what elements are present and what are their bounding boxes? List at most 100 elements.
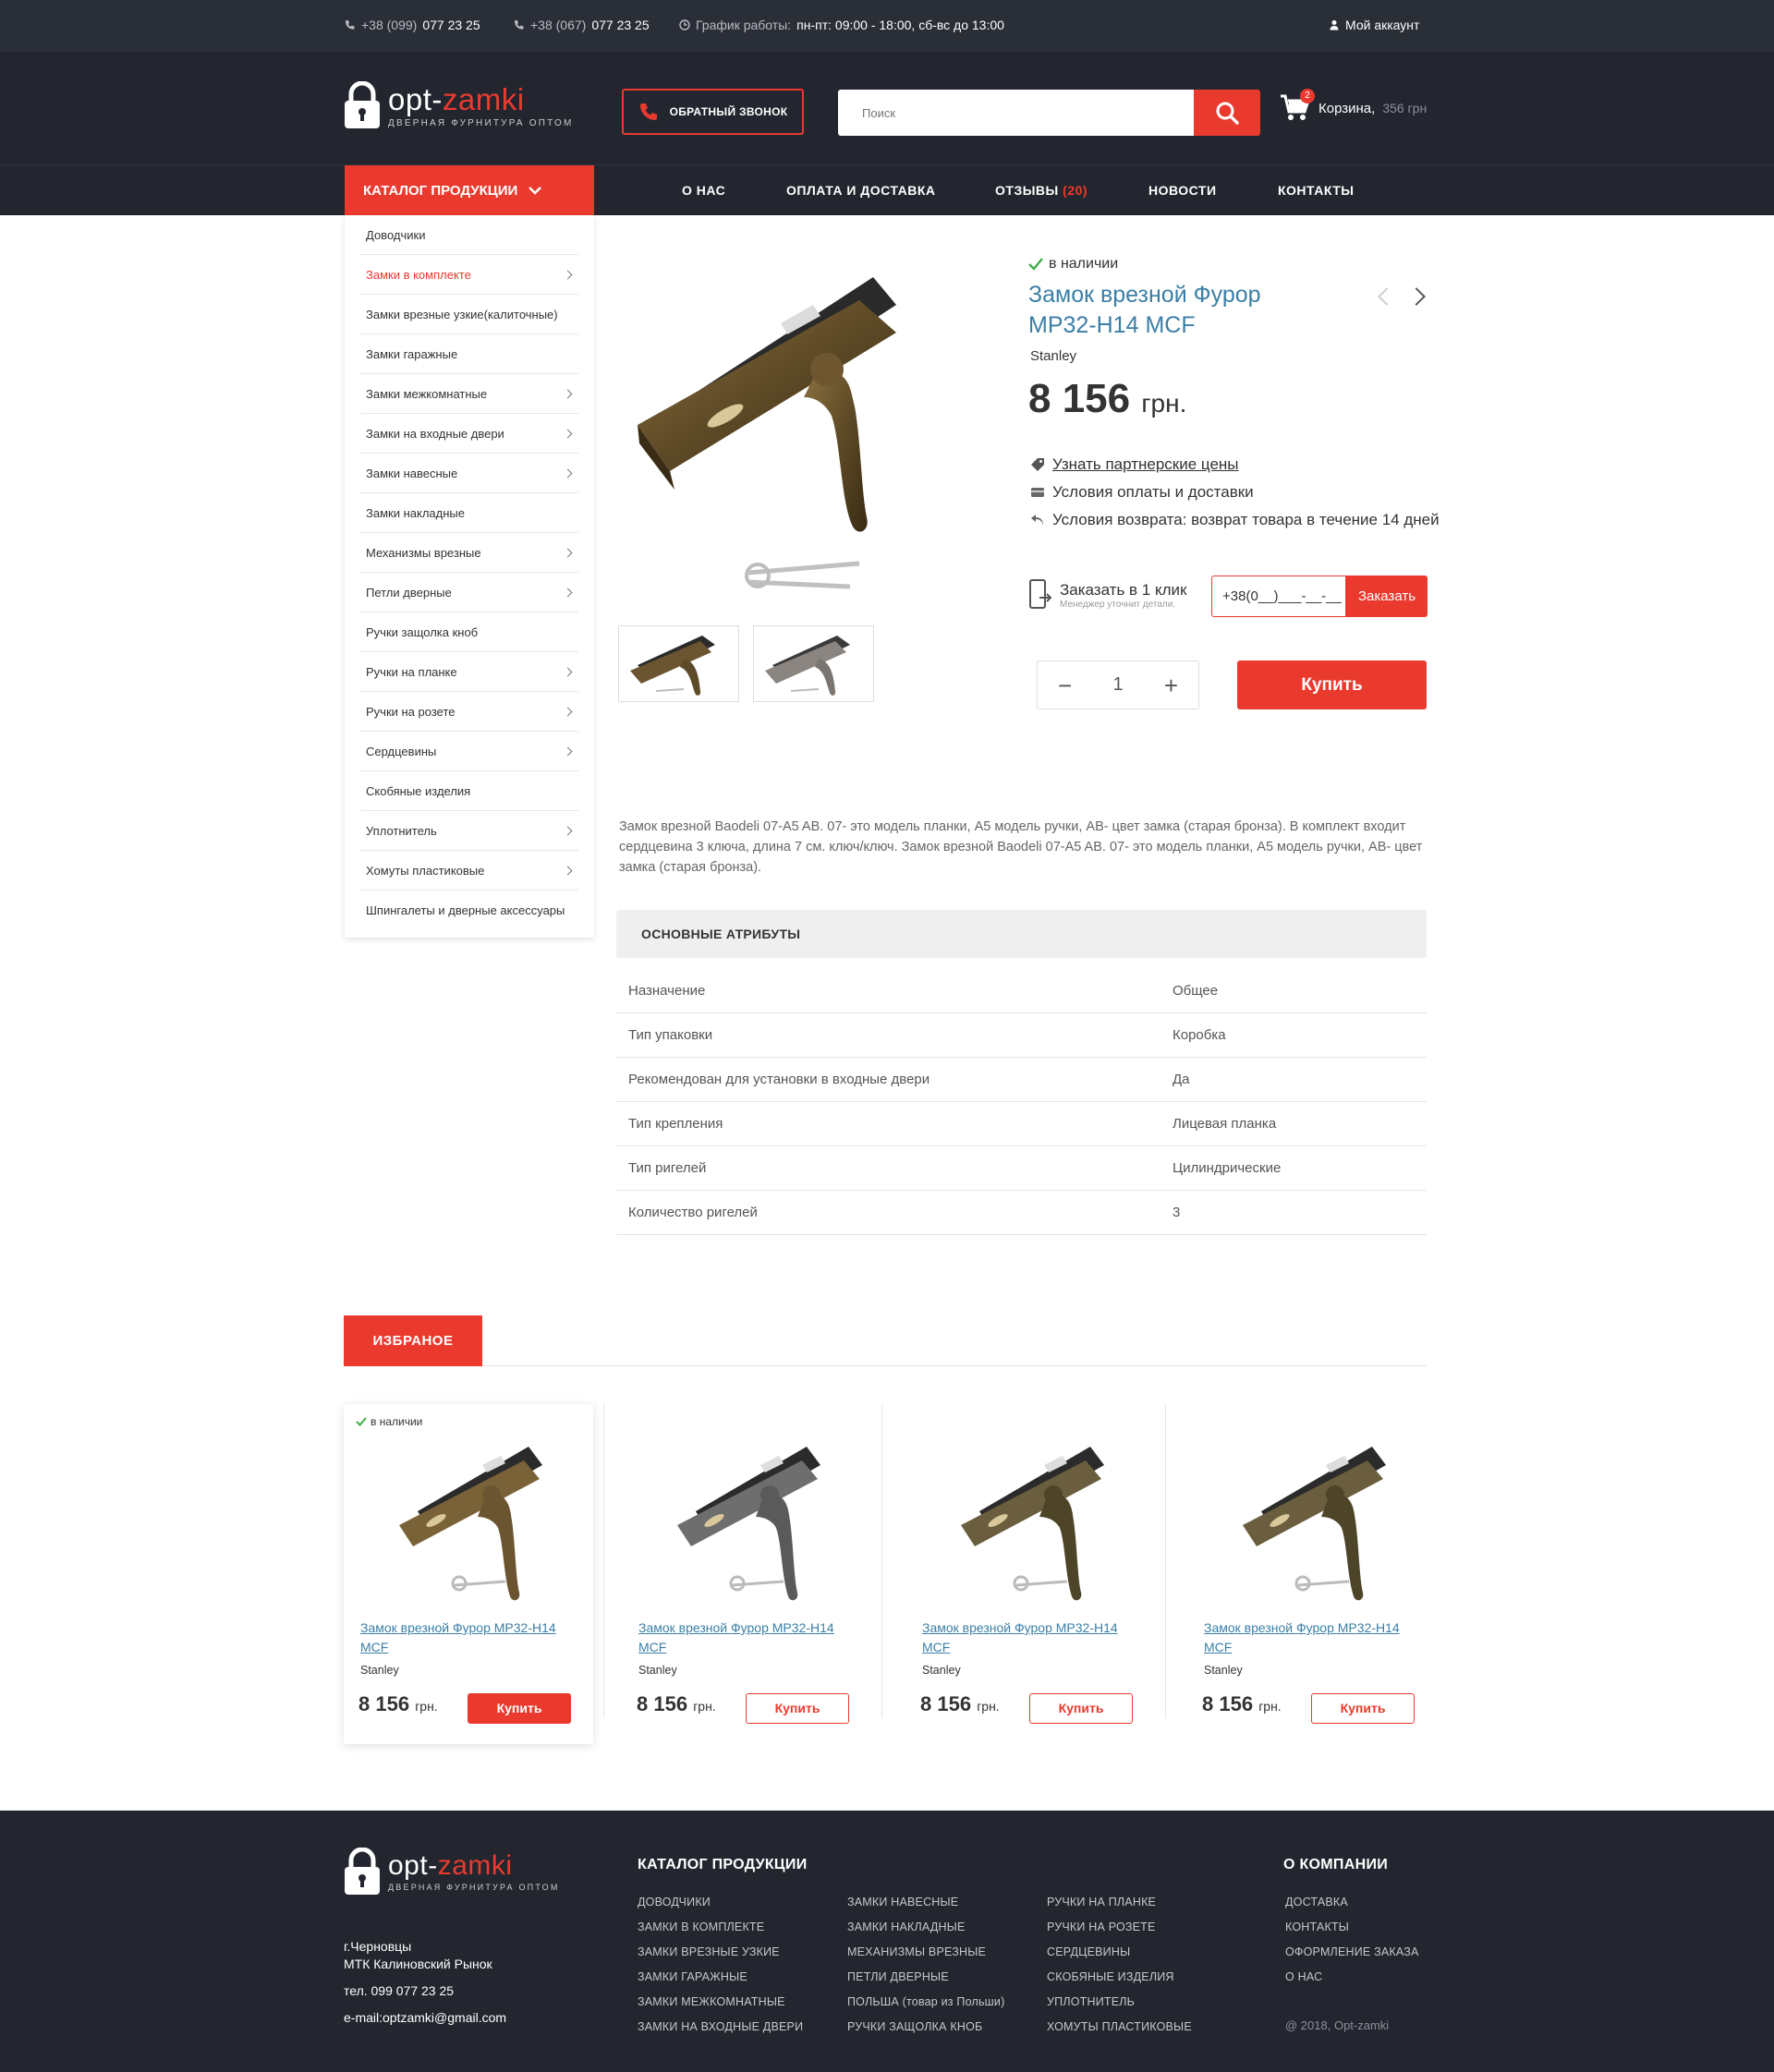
card-buy-button[interactable]: Купить — [468, 1693, 571, 1724]
product-card[interactable]: Замок врезной Фурор МР32-Н14 MCF Stanley 8… — [622, 1404, 882, 1744]
nav-about[interactable]: О НАС — [682, 183, 725, 198]
footer-link[interactable]: ЗАМКИ НА ВХОДНЫЕ ДВЕРИ — [638, 2020, 803, 2045]
footer-link[interactable]: СКОБЯНЫЕ ИЗДЕЛИЯ — [1047, 1970, 1192, 1995]
footer-link[interactable]: ЗАМКИ МЕЖКОМНАТНЫЕ — [638, 1995, 803, 2020]
card-buy-button[interactable]: Купить — [746, 1693, 849, 1724]
product-card[interactable]: в наличии Замок врезной Фурор МР32-Н14 MC… — [344, 1404, 604, 1744]
sidebar-item[interactable]: Ручки защолка кноб — [360, 612, 578, 652]
favorites-tab[interactable]: ИЗБРАНОЕ — [344, 1315, 482, 1366]
footer-link[interactable]: МЕХАНИЗМЫ ВРЕЗНЫЕ — [847, 1945, 1004, 1970]
sidebar-item[interactable]: Петли дверные — [360, 573, 578, 612]
footer-phone[interactable]: тел. 099 077 23 25 — [344, 1983, 454, 1998]
cart[interactable]: 2 Корзина, 356 грн — [1280, 89, 1427, 122]
sidebar-item[interactable]: Скобяные изделия — [360, 771, 578, 811]
sidebar-item[interactable]: Доводчики — [360, 215, 578, 255]
sidebar-item[interactable]: Замки навесные — [360, 454, 578, 493]
sidebar-item[interactable]: Шпингалеты и дверные аксессуары — [360, 891, 578, 930]
footer-link[interactable]: ЗАМКИ НАКЛАДНЫЕ — [847, 1921, 1004, 1945]
header: opt-zamki ДВЕРНАЯ ФУРНИТУРА ОПТОМ ОБРАТН… — [0, 52, 1774, 165]
return-terms[interactable]: Условия возврата: возврат товара в течен… — [1030, 511, 1440, 529]
card-product-image[interactable] — [650, 1437, 844, 1604]
footer-link[interactable]: УПЛОТНИТЕЛЬ — [1047, 1995, 1192, 2020]
footer-link[interactable]: РУЧКИ НА РОЗЕТЕ — [1047, 1921, 1192, 1945]
logo[interactable]: opt-zamki ДВЕРНАЯ ФУРНИТУРА ОПТОМ — [344, 81, 574, 129]
attribute-row: Рекомендован для установки в входные две… — [616, 1058, 1427, 1102]
decrease-button[interactable]: − — [1058, 673, 1072, 697]
footer-link[interactable]: ДОВОДЧИКИ — [638, 1896, 803, 1921]
product-card[interactable]: Замок врезной Фурор МР32-Н14 MCF Stanley 8… — [1187, 1404, 1437, 1744]
card-product-image[interactable] — [371, 1437, 565, 1604]
product-card[interactable]: Замок врезной Фурор МР32-Н14 MCF Stanley 8… — [905, 1404, 1166, 1744]
prev-product-arrow[interactable] — [1378, 287, 1396, 306]
nav-news[interactable]: НОВОСТИ — [1148, 183, 1217, 198]
product-thumb-1[interactable] — [618, 625, 739, 702]
card-product-name[interactable]: Замок врезной Фурор МР32-Н14 MCF — [360, 1618, 564, 1657]
sidebar-item-label: Хомуты пластиковые — [366, 863, 485, 878]
footer-link[interactable]: ПОЛЬША (товар из Польши) — [847, 1995, 1004, 2020]
footer-link[interactable]: ДОСТАВКА — [1285, 1896, 1419, 1921]
nav-contacts[interactable]: КОНТАКТЫ — [1278, 183, 1354, 198]
sidebar-item[interactable]: Замки гаражные — [360, 334, 578, 374]
sidebar-item[interactable]: Ручки на розете — [360, 692, 578, 732]
footer-link[interactable]: ЗАМКИ В КОМПЛЕКТЕ — [638, 1921, 803, 1945]
sidebar-item[interactable]: Замки на входные двери — [360, 414, 578, 454]
footer-link[interactable]: ОФОРМЛЕНИЕ ЗАКАЗА — [1285, 1945, 1419, 1970]
footer-link[interactable]: ПЕТЛИ ДВЕРНЫЕ — [847, 1970, 1004, 1995]
footer-link[interactable]: СЕРДЦЕВИНЫ — [1047, 1945, 1192, 1970]
attribute-value: Цилиндрические — [1173, 1160, 1282, 1176]
catalog-menu-button[interactable]: КАТАЛОГ ПРОДУКЦИИ — [345, 165, 594, 215]
phone-2[interactable]: +38 (067) 077 23 25 — [514, 18, 650, 32]
footer-link[interactable]: ЗАМКИ ГАРАЖНЫЕ — [638, 1970, 803, 1995]
search-form — [838, 90, 1260, 136]
footer-link[interactable]: О НАС — [1285, 1970, 1419, 1995]
card-product-name[interactable]: Замок врезной Фурор МР32-Н14 MCF — [922, 1618, 1125, 1657]
sidebar-item[interactable]: Механизмы врезные — [360, 533, 578, 573]
next-product-arrow[interactable] — [1407, 287, 1426, 306]
buy-button[interactable]: Купить — [1237, 660, 1427, 709]
sidebar-item[interactable]: Замки врезные узкие(калиточные) — [360, 295, 578, 334]
sidebar-item[interactable]: Сердцевины — [360, 732, 578, 771]
footer-logo-tagline: ДВЕРНАЯ ФУРНИТУРА ОПТОМ — [388, 1883, 560, 1892]
product-main-image[interactable] — [619, 268, 1007, 610]
partner-prices-link[interactable]: Узнать партнерские цены — [1030, 455, 1239, 474]
sidebar-item[interactable]: Хомуты пластиковые — [360, 851, 578, 891]
footer-link[interactable]: КОНТАКТЫ — [1285, 1921, 1419, 1945]
card-separator — [1165, 1404, 1166, 1718]
footer-email[interactable]: e-mail:optzamki@gmail.com — [344, 2010, 506, 2025]
one-click-phone-input[interactable]: +38(0__)___-__-__ — [1211, 576, 1346, 617]
sidebar-item[interactable]: Уплотнитель — [360, 811, 578, 851]
footer-link[interactable]: РУЧКИ НА ПЛАНКЕ — [1047, 1896, 1192, 1921]
catalog-menu-label: КАТАЛОГ ПРОДУКЦИИ — [363, 182, 518, 199]
sidebar-item[interactable]: Замки межкомнатные — [360, 374, 578, 414]
schedule-hours: пн-пт: 09:00 - 18:00, сб-вс до 13:00 — [796, 18, 1004, 32]
one-click-order-button[interactable]: Заказать — [1346, 576, 1428, 617]
card-buy-button[interactable]: Купить — [1311, 1693, 1415, 1724]
product-thumb-2[interactable] — [753, 625, 874, 702]
footer-link[interactable]: ЗАМКИ НАВЕСНЫЕ — [847, 1896, 1004, 1921]
footer-link[interactable]: ЗАМКИ ВРЕЗНЫЕ УЗКИЕ — [638, 1945, 803, 1970]
card-buy-button[interactable]: Купить — [1029, 1693, 1133, 1724]
payment-terms[interactable]: Условия оплаты и доставки — [1030, 483, 1254, 502]
nav-payment-delivery[interactable]: ОПЛАТА И ДОСТАВКА — [786, 183, 935, 198]
nav-reviews[interactable]: ОТЗЫВЫ (20) — [995, 183, 1087, 198]
footer-logo[interactable]: opt-zamki ДВЕРНАЯ ФУРНИТУРА ОПТОМ — [344, 1848, 560, 1896]
card-product-name[interactable]: Замок врезной Фурор МР32-Н14 MCF — [1204, 1618, 1407, 1657]
increase-button[interactable]: + — [1164, 673, 1178, 697]
card-product-name[interactable]: Замок врезной Фурор МР32-Н14 MCF — [638, 1618, 842, 1657]
footer-link[interactable]: ХОМУТЫ ПЛАСТИКОВЫЕ — [1047, 2020, 1192, 2045]
chevron-right-icon — [563, 667, 573, 676]
callback-button[interactable]: ОБРАТНЫЙ ЗВОНОК — [622, 89, 804, 135]
quantity-value[interactable]: 1 — [1112, 674, 1123, 696]
footer-link[interactable]: РУЧКИ ЗАЩОЛКА КНОБ — [847, 2020, 1004, 2045]
search-input[interactable] — [838, 90, 1194, 136]
sidebar-item[interactable]: Замки в комплекте — [360, 255, 578, 295]
account-link[interactable]: Мой аккаунт — [1329, 18, 1419, 32]
card-product-image[interactable] — [1215, 1437, 1409, 1604]
sidebar-item[interactable]: Замки накладные — [360, 493, 578, 533]
phone-1[interactable]: +38 (099) 077 23 25 — [345, 18, 480, 32]
product-price: 8 156 грн. — [1028, 376, 1186, 422]
card-product-image[interactable] — [933, 1437, 1127, 1604]
sidebar-item[interactable]: Ручки на планке — [360, 652, 578, 692]
search-button[interactable] — [1194, 90, 1260, 136]
sidebar-item-label: Замки на входные двери — [366, 426, 504, 441]
